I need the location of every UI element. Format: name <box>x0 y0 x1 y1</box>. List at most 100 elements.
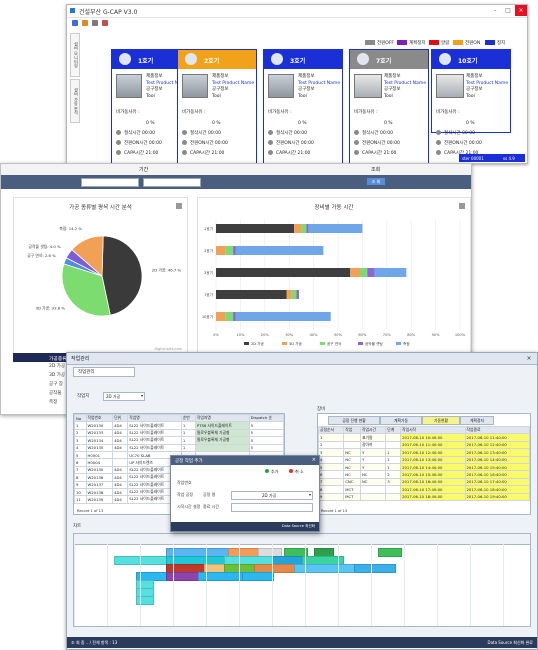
bar-segment[interactable] <box>235 312 331 321</box>
gantt-task-bar[interactable] <box>198 572 244 581</box>
machine-card[interactable]: 10호기 제품정보 Test Product Name 공구정보 Tool 비가… <box>431 49 511 156</box>
filter-select[interactable]: 2D 가공 ▾ <box>103 392 145 401</box>
start-date-input[interactable] <box>81 178 139 187</box>
side-tab-monitoring[interactable]: 설비 모니터링 <box>70 33 80 77</box>
table-row[interactable]: 2 갈아끼 2017-06-10 11:40:00 2017-06-10 12:40:… <box>317 440 531 450</box>
cutting-time: 절삭시간 00:00 <box>354 130 393 136</box>
cancel-button[interactable]: 취 소 <box>289 468 313 475</box>
column-header[interactable]: 작업지명 <box>194 413 250 423</box>
column-header[interactable]: Dispatch 순 <box>248 413 285 423</box>
bar-segment[interactable] <box>216 268 351 277</box>
machine-card[interactable]: 3호기 제품정보 Test Product Name 공구정보 Tool 비가동… <box>263 49 343 167</box>
table-row[interactable]: 8 MCT 2017-06-10 17:40:00 2017-06-10 18:40:… <box>317 485 531 494</box>
process-select[interactable]: 2D 가공 ▾ <box>231 491 313 500</box>
bar-segment[interactable] <box>235 246 324 255</box>
bar-segment[interactable] <box>225 246 234 255</box>
table-cell: 4D4 <box>112 428 129 438</box>
table-row[interactable]: 1 W20130 4D4 SL22 사이드플레이트 1 PTS6 사이드플레이트 5 <box>74 421 285 430</box>
gantt-task-bar[interactable] <box>294 564 356 573</box>
table-cell: CNC <box>343 477 361 487</box>
bar-segment[interactable] <box>294 224 302 233</box>
column-header[interactable]: 작업번호 <box>85 413 114 423</box>
machine-card[interactable]: 7호기 제품정보 Test Product Name 공구정보 Tool 비가동… <box>349 49 429 167</box>
column-header[interactable]: 단계 <box>385 425 402 435</box>
power-icon[interactable] <box>102 20 108 26</box>
table-cell: 4 <box>317 455 345 464</box>
bar-segment[interactable] <box>225 312 234 321</box>
column-header[interactable]: 작업 <box>343 425 361 435</box>
bar-segment[interactable] <box>367 268 375 277</box>
tab-run-status[interactable]: 가동현황 <box>422 416 460 425</box>
column-header[interactable]: 작업명 <box>127 413 182 423</box>
bar-segment[interactable] <box>291 290 297 299</box>
bar-segment[interactable] <box>350 268 360 277</box>
machine-card[interactable]: 2호기 제품정보 Test Product Name 공구정보 Tool 비가동… <box>177 49 257 167</box>
cutting-time: 절삭시간 00:00 <box>182 130 221 136</box>
table-row[interactable]: 2 W20133 4D4 SL22 사이드플레이트 1 필로우블록체 가공형 5 <box>74 428 285 438</box>
close-button[interactable]: × <box>523 353 535 364</box>
column-header[interactable]: 공정순서 <box>317 425 345 435</box>
table-row[interactable]: 7 CNC NC 3 2017-06-10 16:40:00 2017-06-10 17:… <box>317 477 531 487</box>
table-row[interactable]: 1 표기말 2017-06-10 10:40:00 2017-06-10 11:40:… <box>317 433 531 442</box>
gantt-task-bar[interactable] <box>166 572 200 581</box>
tab-planned-stop[interactable]: 계획정지 <box>460 416 494 425</box>
time-input[interactable] <box>231 503 313 512</box>
end-date-input[interactable] <box>143 178 201 187</box>
table-cell: 4D4 <box>112 443 129 452</box>
gantt-task-bar[interactable] <box>136 596 154 605</box>
table-cell: 4D4 <box>112 480 129 489</box>
column-header[interactable]: 작업시간 <box>359 425 387 435</box>
bar-segment[interactable] <box>296 290 299 299</box>
bar-segment[interactable] <box>301 224 307 233</box>
add-button[interactable]: 추가 <box>265 468 285 475</box>
tab-process-status[interactable]: 공정 진행 현황 <box>328 416 380 425</box>
bar-segment[interactable] <box>374 268 407 277</box>
tab-planned-run[interactable]: 계획가동 <box>380 416 422 425</box>
bar-segment[interactable] <box>233 312 236 321</box>
column-header[interactable]: 순번 <box>180 413 196 423</box>
settings-icon[interactable] <box>92 20 98 26</box>
table-row[interactable]: 4 NC Y 1 2017-06-10 13:40:00 2017-06-10 14:40… <box>317 455 531 464</box>
gantt-task-bar[interactable] <box>242 572 274 581</box>
bar-segment[interactable] <box>306 224 309 233</box>
column-header[interactable]: No <box>74 413 87 423</box>
bar-segment[interactable] <box>308 224 363 233</box>
table-row[interactable]: 3 W20134 4D4 SL22 사이드플레이트 1 필로우블록체 가공형 5 <box>74 436 285 445</box>
side-tab-analysis[interactable]: 설비 가동 분석 <box>70 79 80 123</box>
bar-segment[interactable] <box>216 224 295 233</box>
table-row[interactable]: 5 NC Y 1 2017-06-10 14:40:00 2017-06-10 15:40… <box>317 462 531 472</box>
bar-segment[interactable] <box>216 290 287 299</box>
bar-segment[interactable] <box>216 312 226 321</box>
capa-time: CAPA시간 21:00 <box>182 150 224 156</box>
pager-left: Record 1 of 13 <box>77 509 104 513</box>
column-header[interactable]: 작업종료 <box>464 425 531 435</box>
table-row[interactable]: 9 MCT 2017-06-10 18:40:00 2017-06-10 19:40:… <box>317 492 531 501</box>
gantt-task-bar[interactable] <box>378 548 402 557</box>
table-cell <box>385 433 402 442</box>
user-icon[interactable] <box>82 20 88 26</box>
gantt-task-bar[interactable] <box>114 556 168 565</box>
table-cell: SL22 사이드플레이트 <box>127 443 182 452</box>
table-row[interactable]: 6 NC NC 2 2017-06-10 15:40:00 2017-06-10 16:4… <box>317 470 531 479</box>
bar-segment[interactable] <box>359 268 368 277</box>
close-icon[interactable]: × <box>312 457 316 463</box>
legend-alarm: 알람 <box>429 40 449 46</box>
close-button[interactable]: × <box>515 5 527 16</box>
table-row[interactable]: 4 W20135 4D4 SL22 사이드플레이트 1 5 <box>74 443 285 452</box>
search-button[interactable]: 조 회 <box>367 178 385 185</box>
bar-segment[interactable] <box>233 246 236 255</box>
home-icon[interactable] <box>72 20 78 26</box>
gantt-task-bar[interactable] <box>354 564 396 573</box>
maximize-button[interactable]: □ <box>502 5 514 16</box>
table-row[interactable]: 3 NC Y 1 2017-06-10 12:40:00 2017-06-10 13:40… <box>317 448 531 457</box>
table-cell: 2017-06-10 18:40:00 <box>400 492 466 501</box>
gantt-chart <box>73 533 531 627</box>
minimize-button[interactable]: – <box>489 5 501 16</box>
column-header[interactable]: 작업시작 <box>400 425 466 435</box>
bar-segment[interactable] <box>286 290 292 299</box>
table-row-label: 공작물 <box>49 391 62 396</box>
table-cell: W20130 <box>85 421 114 430</box>
bar-segment[interactable] <box>216 246 226 255</box>
tab-work[interactable]: 작업관리 <box>73 367 135 377</box>
column-header[interactable]: 단위 <box>112 413 129 423</box>
